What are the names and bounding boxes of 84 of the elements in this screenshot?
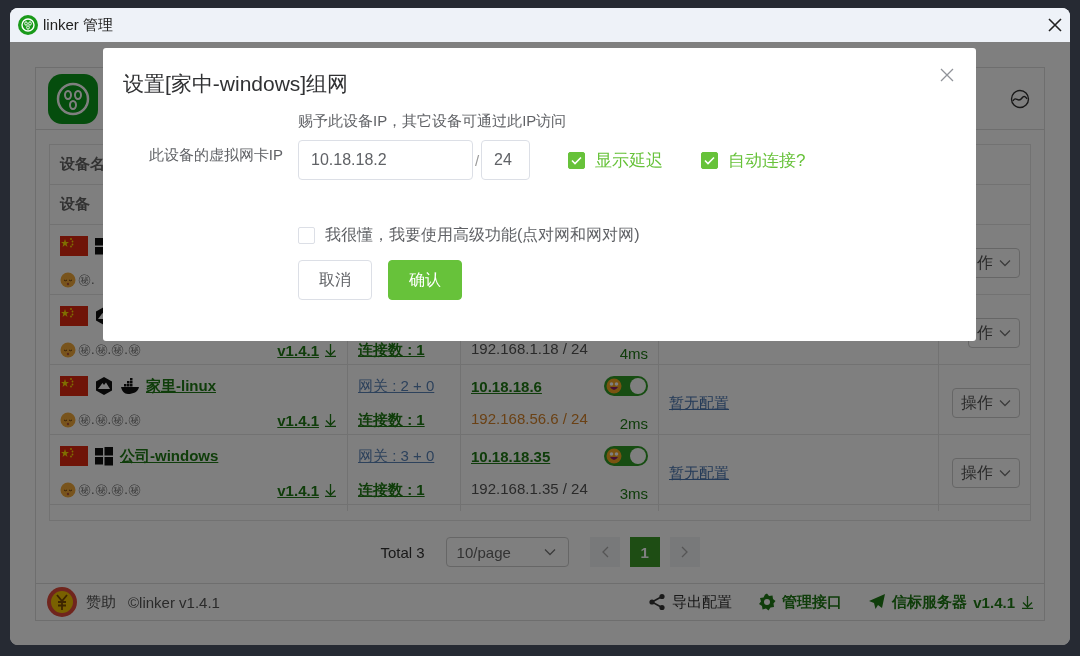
lan-ip: 192.168.56.6 / 24 — [471, 409, 588, 429]
masked-address: ㊙.㊙.㊙.㊙ — [78, 481, 141, 499]
virtual-ip-link[interactable]: 10.18.18.35 — [471, 447, 551, 465]
flag-icon — [60, 376, 88, 396]
flag-icon — [60, 236, 88, 256]
footer-link[interactable]: 管理接口 — [782, 592, 843, 612]
sleepy-face-icon — [60, 342, 76, 358]
config-link[interactable]: 暂无配置 — [669, 463, 729, 483]
hexagon-mountain-icon — [94, 376, 114, 396]
gateway-link[interactable]: 网关 : 2 + 0 — [358, 376, 435, 396]
device-name-link[interactable]: 家里-linux — [146, 376, 216, 396]
download-icon[interactable] — [1021, 595, 1034, 609]
sleepy-face-icon — [60, 272, 76, 288]
sponsor-link[interactable]: 赞助 — [86, 592, 116, 612]
separator-text: / — [473, 151, 481, 169]
paper-plane-icon[interactable] — [868, 593, 887, 611]
app-logo-icon — [48, 73, 98, 124]
masked-address: ㊙. — [78, 271, 95, 289]
connections-link[interactable]: 连接数 : 1 — [358, 410, 425, 430]
circle-wave-icon[interactable] — [1010, 88, 1030, 109]
ip-input-field[interactable]: 10.18.18.2 — [298, 140, 473, 180]
connections-link[interactable]: 连接数 : 1 — [358, 480, 425, 500]
page-button[interactable]: 1 — [629, 537, 660, 567]
coin-icon[interactable] — [46, 586, 78, 618]
checkbox-option[interactable]: 显示延迟 — [568, 148, 663, 172]
version-link[interactable]: v1.4.1 — [277, 481, 319, 499]
action-dropdown[interactable]: 操作 — [952, 458, 1020, 488]
total-count: Total 3 — [380, 543, 425, 561]
masked-address: ㊙.㊙.㊙.㊙ — [78, 341, 141, 359]
masked-address: ㊙.㊙.㊙.㊙ — [78, 411, 141, 429]
action-dropdown[interactable]: 操作 — [952, 388, 1020, 418]
caret-icon — [543, 548, 556, 556]
share-icon[interactable] — [648, 593, 667, 611]
version-link[interactable]: v1.4.1 — [277, 341, 319, 359]
flag-icon — [60, 446, 88, 466]
toggle-switch[interactable] — [604, 376, 648, 396]
download-icon[interactable] — [324, 343, 337, 357]
download-icon[interactable] — [324, 413, 337, 427]
footer-link[interactable]: 导出配置 — [672, 592, 733, 612]
lan-ip: 192.168.1.35 / 24 — [471, 479, 588, 499]
gateway-link[interactable]: 网关 : 3 + 0 — [358, 446, 435, 466]
mask-input-field[interactable]: 24 — [481, 140, 530, 180]
caret-icon — [999, 259, 1011, 267]
connections-link[interactable]: 连接数 : 1 — [358, 340, 425, 360]
checkbox-option[interactable]: 自动连接? — [701, 148, 806, 172]
version-link[interactable]: v1.4.1 — [973, 593, 1015, 611]
sleepy-face-icon — [60, 412, 76, 428]
checkmark-icon — [571, 155, 582, 165]
caret-icon — [999, 399, 1011, 407]
cancel-button[interactable]: 取消 — [298, 260, 372, 300]
copyright-text: ©linker v1.4.1 — [128, 593, 221, 611]
footer-link[interactable]: 信标服务器 — [892, 592, 968, 612]
column-header: 设备名 — [60, 155, 105, 174]
latency: 3ms — [619, 485, 648, 503]
app-logo-icon — [18, 15, 38, 35]
settings-icon[interactable] — [758, 593, 777, 611]
field-label: 此设备的虚拟网卡IP — [147, 145, 284, 165]
latency: 2ms — [619, 415, 648, 433]
version-link[interactable]: v1.4.1 — [277, 411, 319, 429]
window-title: linker 管理 — [43, 15, 114, 35]
download-icon[interactable] — [324, 483, 337, 497]
checkbox-option[interactable]: 我很懂，我要使用高级功能(点对网和网对网) — [298, 220, 956, 250]
lan-ip: 192.168.1.18 / 24 — [471, 339, 588, 359]
page-size-select[interactable]: 10/page — [445, 537, 569, 567]
caret-icon — [999, 329, 1011, 337]
close-icon[interactable] — [1048, 18, 1062, 32]
config-link[interactable]: 暂无配置 — [669, 393, 729, 413]
happy-face-icon — [606, 378, 622, 394]
flag-icon — [60, 306, 88, 326]
hint-text: 赐予此设备IP，其它设备可通过此IP访问 — [298, 112, 568, 131]
toggle-switch[interactable] — [604, 446, 648, 466]
confirm-button[interactable]: 确认 — [388, 260, 462, 300]
column-header: 设备 — [60, 195, 90, 214]
whale-icon — [120, 376, 140, 396]
dialog-title: 设置[家中-windows]组网 — [123, 71, 349, 97]
checkmark-icon — [704, 155, 715, 165]
caret-icon — [999, 469, 1011, 477]
device-name-link[interactable]: 公司-windows — [120, 446, 219, 466]
latency: 4ms — [619, 345, 648, 363]
chevron-right-icon — [679, 546, 690, 558]
happy-face-icon — [606, 448, 622, 464]
windows-icon — [94, 446, 114, 466]
sleepy-face-icon — [60, 482, 76, 498]
virtual-ip-link[interactable]: 10.18.18.6 — [471, 377, 542, 395]
